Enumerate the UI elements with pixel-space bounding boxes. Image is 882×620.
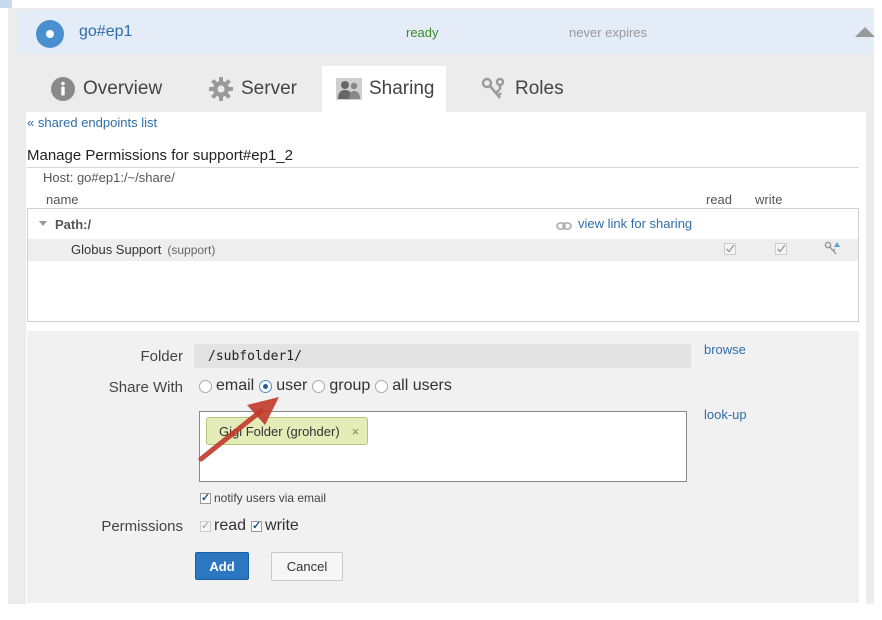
gear-icon — [208, 76, 234, 102]
share-option-all-users[interactable]: all users — [375, 377, 452, 395]
write-checkbox[interactable] — [251, 519, 263, 532]
radio-all-users[interactable] — [375, 379, 389, 393]
radio-email[interactable] — [199, 379, 212, 393]
tab-label: Sharing — [369, 78, 435, 99]
tab-roles[interactable]: Roles — [466, 66, 578, 112]
endpoint-status-icon — [36, 20, 64, 48]
link-icon — [556, 218, 572, 236]
user-display-name: Globus Support (support) — [71, 242, 215, 257]
tab-label: Server — [241, 78, 297, 99]
annotation-arrow-icon — [198, 397, 279, 462]
share-form: Folder browse Share With email user grou… — [27, 331, 859, 603]
read-label: read — [214, 517, 247, 534]
folder-label: Folder — [140, 348, 183, 365]
share-with-options: email user group all users — [199, 377, 457, 395]
remove-user-icon[interactable]: × — [352, 424, 360, 439]
write-label: write — [265, 517, 299, 534]
radio-group[interactable] — [312, 379, 326, 393]
host-path: Host: go#ep1:/~/share/ — [43, 170, 175, 185]
expand-caret-icon[interactable] — [39, 221, 47, 226]
notify-label: notify users via email — [214, 491, 327, 505]
user-handle: (support) — [167, 243, 216, 257]
role-key-icon[interactable] — [824, 241, 840, 260]
add-button[interactable]: Add — [195, 552, 249, 580]
endpoint-container: go#ep1 ready never expires Overview Serv… — [8, 8, 875, 604]
read-checkbox — [200, 519, 211, 532]
tab-server[interactable]: Server — [194, 66, 311, 112]
view-link-for-sharing[interactable]: view link for sharing — [578, 216, 692, 231]
corner-marker — [0, 0, 12, 8]
column-header-name: name — [46, 192, 79, 207]
tab-overview[interactable]: Overview — [36, 66, 176, 112]
keys-icon — [480, 76, 508, 102]
column-header-read: read — [706, 192, 733, 207]
write-check-icon — [775, 242, 787, 260]
tab-label: Overview — [83, 78, 163, 99]
folder-input[interactable] — [194, 344, 691, 368]
permissions-options: read write — [200, 517, 299, 535]
radio-user[interactable] — [259, 379, 273, 393]
notify-users-checkbox[interactable]: notify users via email — [200, 491, 326, 505]
endpoint-name[interactable]: go#ep1 — [79, 23, 132, 41]
browse-link[interactable]: browse — [704, 342, 746, 357]
endpoint-header[interactable]: go#ep1 ready never expires — [18, 10, 875, 54]
share-with-label: Share With — [108, 379, 183, 396]
option-label: user — [276, 377, 308, 394]
page-title: Manage Permissions for support#ep1_2 — [27, 147, 293, 164]
users-icon — [336, 78, 362, 100]
option-label: all users — [392, 377, 452, 394]
user-name-text: Globus Support — [71, 242, 162, 257]
column-header-write: write — [755, 192, 783, 207]
info-icon — [50, 76, 76, 102]
path-row[interactable]: Path:/ view link for sharing — [28, 209, 858, 239]
cancel-button[interactable]: Cancel — [271, 552, 343, 581]
divider — [27, 167, 859, 168]
table-row[interactable]: Globus Support (support) — [28, 239, 858, 261]
permissions-label: Permissions — [101, 518, 183, 535]
endpoint-expiry: never expires — [569, 25, 648, 40]
shared-endpoints-link[interactable]: « shared endpoints list — [27, 115, 157, 130]
endpoint-status: ready — [406, 25, 439, 40]
option-label: email — [216, 377, 255, 394]
path-label: Path:/ — [55, 217, 92, 232]
notify-checkbox[interactable] — [200, 491, 211, 504]
tab-sharing[interactable]: Sharing — [322, 66, 446, 112]
share-option-group[interactable]: group — [312, 377, 370, 395]
sharing-panel: « shared endpoints list Manage Permissio… — [26, 112, 866, 604]
option-label: group — [329, 377, 371, 394]
share-option-user[interactable]: user — [259, 377, 307, 395]
look-up-link[interactable]: look-up — [704, 407, 747, 422]
collapse-caret-icon[interactable] — [855, 27, 875, 37]
permissions-table: Path:/ view link for sharing Globus Supp… — [27, 208, 859, 322]
read-check-icon — [724, 242, 736, 260]
tab-label: Roles — [515, 78, 564, 99]
share-option-email[interactable]: email — [199, 377, 254, 395]
